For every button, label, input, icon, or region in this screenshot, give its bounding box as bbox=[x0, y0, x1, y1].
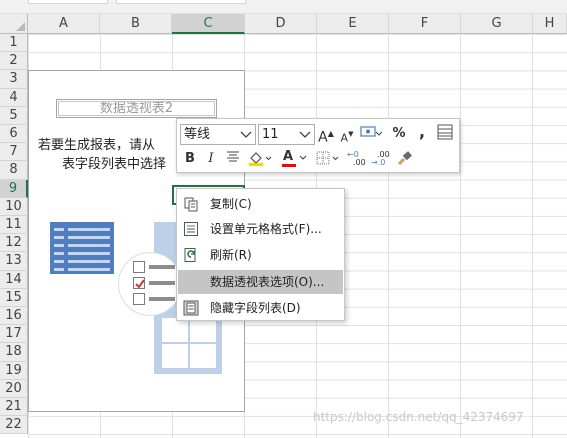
currency-icon bbox=[360, 126, 383, 137]
watermark-text: https://blog.csdn.net/qq_42374697 bbox=[313, 410, 524, 424]
pivot-table-title: 数据透视表2 bbox=[56, 99, 217, 118]
row-header-16[interactable]: 16 bbox=[0, 307, 28, 326]
refresh-icon bbox=[184, 248, 196, 262]
checkmark-icon bbox=[135, 279, 145, 289]
font-color-button[interactable]: A bbox=[281, 149, 307, 169]
row-header-4[interactable]: 4 bbox=[0, 88, 28, 107]
borders-icon bbox=[316, 151, 339, 165]
row-header-17[interactable]: 17 bbox=[0, 325, 28, 344]
menu-item-refresh[interactable]: 刷新(R) bbox=[178, 243, 343, 267]
row-header-12[interactable]: 12 bbox=[0, 234, 28, 253]
menu-item-label: 数据透视表选项(O)... bbox=[210, 275, 325, 289]
paint-bucket-icon bbox=[249, 152, 272, 166]
font-name-dropdown[interactable]: 等线 bbox=[180, 124, 256, 145]
menu-item-copy[interactable]: 复制(C) bbox=[178, 192, 343, 216]
increase-decimal-label: .00 bbox=[353, 158, 366, 167]
column-header-a[interactable]: A bbox=[28, 14, 100, 34]
increase-font-letter: A bbox=[318, 129, 328, 146]
row-header-20[interactable]: 20 bbox=[0, 379, 28, 398]
menu-item-hide-field-list[interactable]: 隐藏字段列表(D) bbox=[178, 296, 343, 320]
chevron-down-icon bbox=[240, 131, 252, 138]
decrease-font-size-button[interactable]: A▼ bbox=[339, 124, 355, 144]
pivot-instruction-line2: 表字段列表中选择 bbox=[62, 157, 167, 172]
table-format-icon bbox=[437, 124, 453, 140]
select-all-corner[interactable] bbox=[0, 14, 28, 34]
percent-style-button[interactable]: % bbox=[391, 124, 407, 144]
name-box-edge bbox=[28, 0, 108, 4]
column-header-g[interactable]: G bbox=[461, 14, 533, 34]
decrease-decimal-button[interactable]: .00 →.0 bbox=[371, 149, 393, 169]
row-header-13[interactable]: 13 bbox=[0, 252, 28, 271]
row-header-5[interactable]: 5 bbox=[0, 106, 28, 125]
row-header-10[interactable]: 10 bbox=[0, 197, 28, 216]
column-header-e[interactable]: E bbox=[317, 14, 389, 34]
copy-icon bbox=[184, 197, 198, 212]
row-header-19[interactable]: 19 bbox=[0, 361, 28, 380]
formula-bar-strip bbox=[0, 0, 567, 14]
font-size-dropdown[interactable]: 11 bbox=[258, 124, 315, 145]
font-name-value: 等线 bbox=[184, 127, 211, 142]
row-header-1[interactable]: 1 bbox=[0, 34, 28, 53]
menu-item-label: 设置单元格格式(F)... bbox=[210, 222, 322, 236]
menu-item-label: 隐藏字段列表(D) bbox=[210, 301, 301, 315]
row-header-6[interactable]: 6 bbox=[0, 125, 28, 144]
align-center-icon bbox=[227, 151, 239, 162]
row-header-15[interactable]: 15 bbox=[0, 288, 28, 307]
menu-item-pivot-options[interactable]: 数据透视表选项(O)... bbox=[178, 270, 343, 294]
bold-button[interactable]: B bbox=[183, 149, 197, 169]
decrease-font-letter: A bbox=[340, 131, 349, 145]
borders-button[interactable] bbox=[315, 149, 341, 169]
column-header-h[interactable]: H bbox=[533, 14, 567, 34]
field-list-icon bbox=[183, 300, 199, 316]
chevron-down-icon bbox=[299, 155, 307, 160]
column-header-c[interactable]: C bbox=[172, 14, 245, 34]
format-painter-button[interactable] bbox=[395, 149, 415, 169]
format-painter-table-button[interactable] bbox=[436, 124, 454, 144]
row-header-11[interactable]: 11 bbox=[0, 216, 28, 235]
pivot-instruction-line1: 若要生成报表，请从 bbox=[38, 138, 156, 153]
row-header-8[interactable]: 8 bbox=[0, 161, 28, 180]
accounting-format-button[interactable] bbox=[359, 124, 383, 144]
format-cells-icon bbox=[184, 222, 198, 236]
font-size-value: 11 bbox=[262, 127, 279, 142]
chevron-down-icon bbox=[299, 131, 311, 138]
row-header-18[interactable]: 18 bbox=[0, 343, 28, 362]
italic-button[interactable]: I bbox=[204, 149, 218, 169]
row-header-21[interactable]: 21 bbox=[0, 398, 28, 417]
column-header-b[interactable]: B bbox=[100, 14, 172, 34]
menu-item-format-cells[interactable]: 设置单元格格式(F)... bbox=[178, 217, 343, 241]
mini-toolbar: 等线 11 A▲ A▼ % , B I A ←0 .00 .00 →.0 bbox=[176, 118, 460, 173]
menu-item-label: 刷新(R) bbox=[210, 248, 252, 262]
fill-color-button[interactable] bbox=[247, 149, 273, 169]
column-header-d[interactable]: D bbox=[245, 14, 317, 34]
menu-item-label: 复制(C) bbox=[210, 197, 252, 211]
brush-icon bbox=[397, 151, 412, 166]
increase-decimal-button[interactable]: ←0 .00 bbox=[347, 149, 369, 169]
pivot-table-icon bbox=[50, 222, 114, 274]
row-header-7[interactable]: 7 bbox=[0, 143, 28, 162]
increase-font-size-button[interactable]: A▲ bbox=[318, 124, 334, 146]
context-menu: 复制(C) 设置单元格格式(F)... 刷新(R) 数据透视表选项(O)... … bbox=[176, 188, 345, 321]
row-header-2[interactable]: 2 bbox=[0, 52, 28, 71]
comma-style-button[interactable]: , bbox=[416, 122, 428, 142]
align-center-button[interactable] bbox=[225, 149, 241, 169]
row-header-22[interactable]: 22 bbox=[0, 416, 28, 435]
formula-input-edge bbox=[116, 0, 246, 4]
column-header-f[interactable]: F bbox=[389, 14, 461, 34]
row-header-3[interactable]: 3 bbox=[0, 70, 28, 89]
row-header-9[interactable]: 9 bbox=[0, 179, 28, 198]
field-checklist-illustration bbox=[118, 252, 182, 316]
font-color-swatch bbox=[282, 164, 296, 167]
row-header-14[interactable]: 14 bbox=[0, 270, 28, 289]
